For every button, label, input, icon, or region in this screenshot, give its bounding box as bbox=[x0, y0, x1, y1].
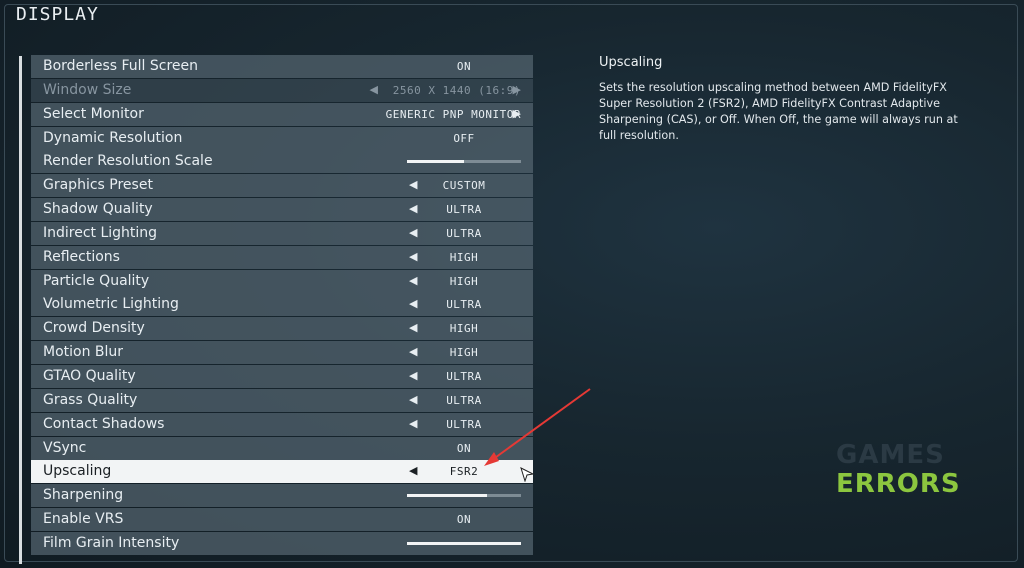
annotation-arrow-head bbox=[484, 452, 499, 466]
annotation-arrow-line bbox=[491, 388, 591, 461]
annotation-arrow bbox=[484, 388, 591, 466]
